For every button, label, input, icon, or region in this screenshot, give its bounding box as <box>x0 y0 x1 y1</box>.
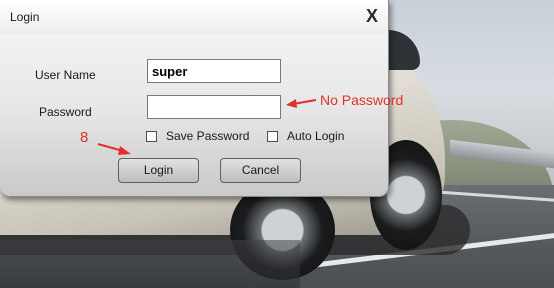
login-button[interactable]: Login <box>118 158 199 183</box>
auto-login-box[interactable] <box>267 130 278 142</box>
step-number-annotation: 8 <box>80 129 89 146</box>
dialog-title: Login <box>10 10 40 24</box>
cancel-button[interactable]: Cancel <box>220 158 301 183</box>
password-label: Password <box>39 105 92 119</box>
username-label: User Name <box>35 68 96 82</box>
save-password-checkbox[interactable]: Save Password <box>146 129 249 143</box>
username-input[interactable] <box>147 59 281 83</box>
no-password-annotation: No Password <box>320 92 404 108</box>
dialog-titlebar: Login X <box>0 0 388 34</box>
road-shadow <box>0 240 300 288</box>
save-password-box[interactable] <box>146 130 157 142</box>
auto-login-checkbox[interactable]: Auto Login <box>267 129 344 143</box>
close-icon[interactable]: X <box>366 6 378 26</box>
save-password-label: Save Password <box>166 129 250 143</box>
password-input[interactable] <box>147 95 281 119</box>
auto-login-label: Auto Login <box>287 129 345 143</box>
